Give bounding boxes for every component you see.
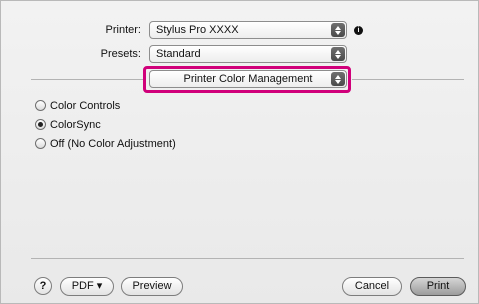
radio-button[interactable]: [35, 100, 46, 111]
popup-arrows-icon: [331, 47, 345, 61]
separator-left: [31, 79, 143, 80]
option-label: Color Controls: [50, 99, 121, 112]
print-dialog: Printer: Stylus Pro XXXX i Presets: Stan…: [0, 0, 479, 304]
printer-popup[interactable]: Stylus Pro XXXX: [149, 21, 347, 39]
separator-right: [352, 79, 464, 80]
option-label: Off (No Color Adjustment): [50, 137, 176, 150]
print-button[interactable]: Print: [410, 277, 466, 296]
popup-arrows-icon: [331, 23, 345, 37]
help-button[interactable]: ?: [34, 277, 52, 295]
option-color-controls[interactable]: Color Controls: [35, 98, 120, 113]
option-colorsync[interactable]: ColorSync: [35, 117, 101, 132]
option-off[interactable]: Off (No Color Adjustment): [35, 136, 176, 151]
printer-value: Stylus Pro XXXX: [156, 24, 239, 36]
radio-button[interactable]: [35, 138, 46, 149]
cancel-button[interactable]: Cancel: [342, 277, 402, 296]
preview-button[interactable]: Preview: [121, 277, 183, 296]
option-label: ColorSync: [50, 118, 101, 131]
footer-separator: [31, 258, 464, 259]
presets-popup[interactable]: Standard: [149, 45, 347, 63]
info-icon: i: [354, 26, 363, 35]
radio-button[interactable]: [35, 119, 46, 130]
presets-value: Standard: [156, 48, 201, 60]
pdf-button[interactable]: PDF ▾: [60, 277, 114, 296]
popup-arrows-icon: [331, 72, 345, 86]
presets-label: Presets:: [100, 48, 141, 60]
panel-value: Printer Color Management: [183, 73, 313, 85]
panel-popup[interactable]: Printer Color Management: [149, 70, 347, 88]
printer-label: Printer:: [105, 24, 141, 36]
